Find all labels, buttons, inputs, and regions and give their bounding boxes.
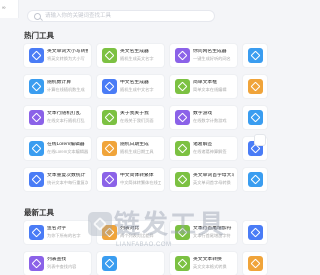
search-icon <box>34 13 41 20</box>
tool-title: 随机数计算 <box>47 80 71 85</box>
scroll-top-button[interactable] <box>255 135 265 145</box>
tool-icon <box>248 79 263 94</box>
tool-description: 在线文本行随机打乱 <box>47 118 85 123</box>
tool-icon <box>248 48 263 63</box>
hot-tools-title: 热门工具 <box>24 31 54 40</box>
tool-description: 为你下所有的名字 <box>47 233 81 238</box>
tool-icon <box>102 48 117 63</box>
tool-description: 英文文本格式转换 <box>193 264 227 269</box>
watermark-subtext: LIANFABAO.COM <box>116 242 172 248</box>
tool-icon <box>29 172 44 187</box>
sidebar-top: ∞ <box>0 0 19 18</box>
tool-title: 英文单词首字母大写 <box>193 173 234 178</box>
tool-title: 中文名生成器 <box>120 80 149 85</box>
tool-title: 诸葛解签 <box>193 142 213 147</box>
tool-icon <box>29 225 44 240</box>
tool-card[interactable]: 诸葛解签在线诸葛神算解签 <box>170 137 237 160</box>
tool-description: 一键生成好听的网名 <box>193 56 231 61</box>
tool-title: 你问网名生成器 <box>193 49 227 54</box>
tool-card[interactable]: 中文名生成器 随机生成中文名字 <box>97 75 164 98</box>
tool-description: 随机生成日期工具 <box>120 149 154 154</box>
tool-card[interactable] <box>243 106 267 129</box>
tool-description: 将英文转换为大小写 <box>47 56 85 61</box>
tool-description: 在线诸葛神算解签 <box>193 149 227 154</box>
tool-card[interactable]: 英文单词大小写转换 将英文转换为大小写 <box>24 44 91 67</box>
tool-card[interactable]: 随机数计算计算在线随机数生成 <box>24 75 91 98</box>
tool-card[interactable]: 你问网名生成器 一键生成好听的网名 <box>170 44 237 67</box>
tool-description: 在线数字计数游戏 <box>193 118 227 123</box>
watermark-logo-icon <box>88 212 112 236</box>
tool-title: 文本行随机打乱 <box>47 111 81 116</box>
tool-icon <box>29 141 44 156</box>
tool-title: 在线Lorem编辑器 <box>47 142 85 147</box>
menu-icon[interactable]: ∞ <box>2 6 13 11</box>
tool-title: 列表查找 <box>47 257 67 262</box>
tool-title: 文本重复次数统计 <box>47 173 86 178</box>
tool-card[interactable]: 英文单词首字母大写 英文单词首字母转换 <box>170 168 237 191</box>
tool-card[interactable] <box>243 75 267 98</box>
tool-card[interactable] <box>243 168 267 191</box>
tool-description: 在线关于我们页面 <box>120 118 154 123</box>
tool-icon <box>102 172 117 187</box>
tool-icon <box>175 141 190 156</box>
tool-card[interactable]: 文本行随机打乱 在线文本行随机打乱 <box>24 106 91 129</box>
tool-title: 英文名生成器 <box>120 49 149 54</box>
watermark-text: 链发工具 <box>114 209 227 239</box>
tool-description: 计算在线随机数生成 <box>47 87 85 92</box>
search-placeholder: 请输入你的关键词查找工具 <box>45 13 112 19</box>
tool-card[interactable]: 鱼名对字为你下所有的名字 <box>24 221 91 244</box>
tool-card[interactable]: 英文名生成器 随机生成英文名字 <box>97 44 164 67</box>
tool-title: 鱼名对字 <box>47 226 67 231</box>
tool-card[interactable]: 中文简体转繁体中文简体转繁体在线工具 <box>97 168 164 191</box>
tool-icon <box>175 110 190 125</box>
tool-icon <box>102 110 117 125</box>
tool-title: 数字游戏 <box>193 111 213 116</box>
tool-title: 关于我关于我 <box>120 111 149 116</box>
tool-card[interactable]: 文本重复次数统计统计文本中每行重复次数 <box>24 168 91 191</box>
tool-description: 统计文本中每行重复次数 <box>47 180 88 185</box>
tool-icon <box>248 110 263 125</box>
tool-icon <box>175 79 190 94</box>
tool-description: 简单文本在线编辑 <box>193 87 227 92</box>
tool-card[interactable] <box>243 44 267 67</box>
tool-description: 中文简体转繁体在线工具 <box>120 180 161 185</box>
tool-title: 随机日期生成 <box>120 142 149 147</box>
search-input[interactable]: 请输入你的关键词查找工具 <box>27 10 215 22</box>
tool-title: 简单文本框 <box>193 80 217 85</box>
tool-icon <box>29 79 44 94</box>
tool-icon <box>29 48 44 63</box>
tool-description: 列表中查找内容 <box>47 264 77 269</box>
tool-description: 随机生成英文名字 <box>120 56 154 61</box>
tool-title: 中文简体转繁体 <box>120 173 154 178</box>
tool-card[interactable]: 数字游戏在线数字计数游戏 <box>170 106 237 129</box>
tool-icon <box>102 79 117 94</box>
tool-description: 随机生成中文名字 <box>120 87 154 92</box>
tool-card[interactable]: 列表查找列表中查找内容 <box>24 252 91 275</box>
tool-card[interactable]: 在线Lorem编辑器 在线Lorem文本编辑器 <box>24 137 91 160</box>
tool-icon <box>29 256 44 271</box>
recent-tools-title: 最新工具 <box>24 208 54 217</box>
tool-description: 英文单词首字母转换 <box>193 180 231 185</box>
tool-icon <box>248 172 263 187</box>
tool-icon <box>175 48 190 63</box>
tool-icon <box>29 110 44 125</box>
tool-card[interactable]: 关于我关于我 在线关于我们页面 <box>97 106 164 129</box>
tool-icon <box>175 172 190 187</box>
tool-title: 英文单词大小写转换 <box>47 49 88 54</box>
tool-card[interactable]: 简单文本框简单文本在线编辑 <box>170 75 237 98</box>
site-watermark: 链发工具 LIANFABAO.COM <box>88 208 264 260</box>
tool-card[interactable]: 随机日期生成 随机生成日期工具 <box>97 137 164 160</box>
tool-icon <box>102 141 117 156</box>
tool-description: 在线Lorem文本编辑器 <box>47 149 88 154</box>
